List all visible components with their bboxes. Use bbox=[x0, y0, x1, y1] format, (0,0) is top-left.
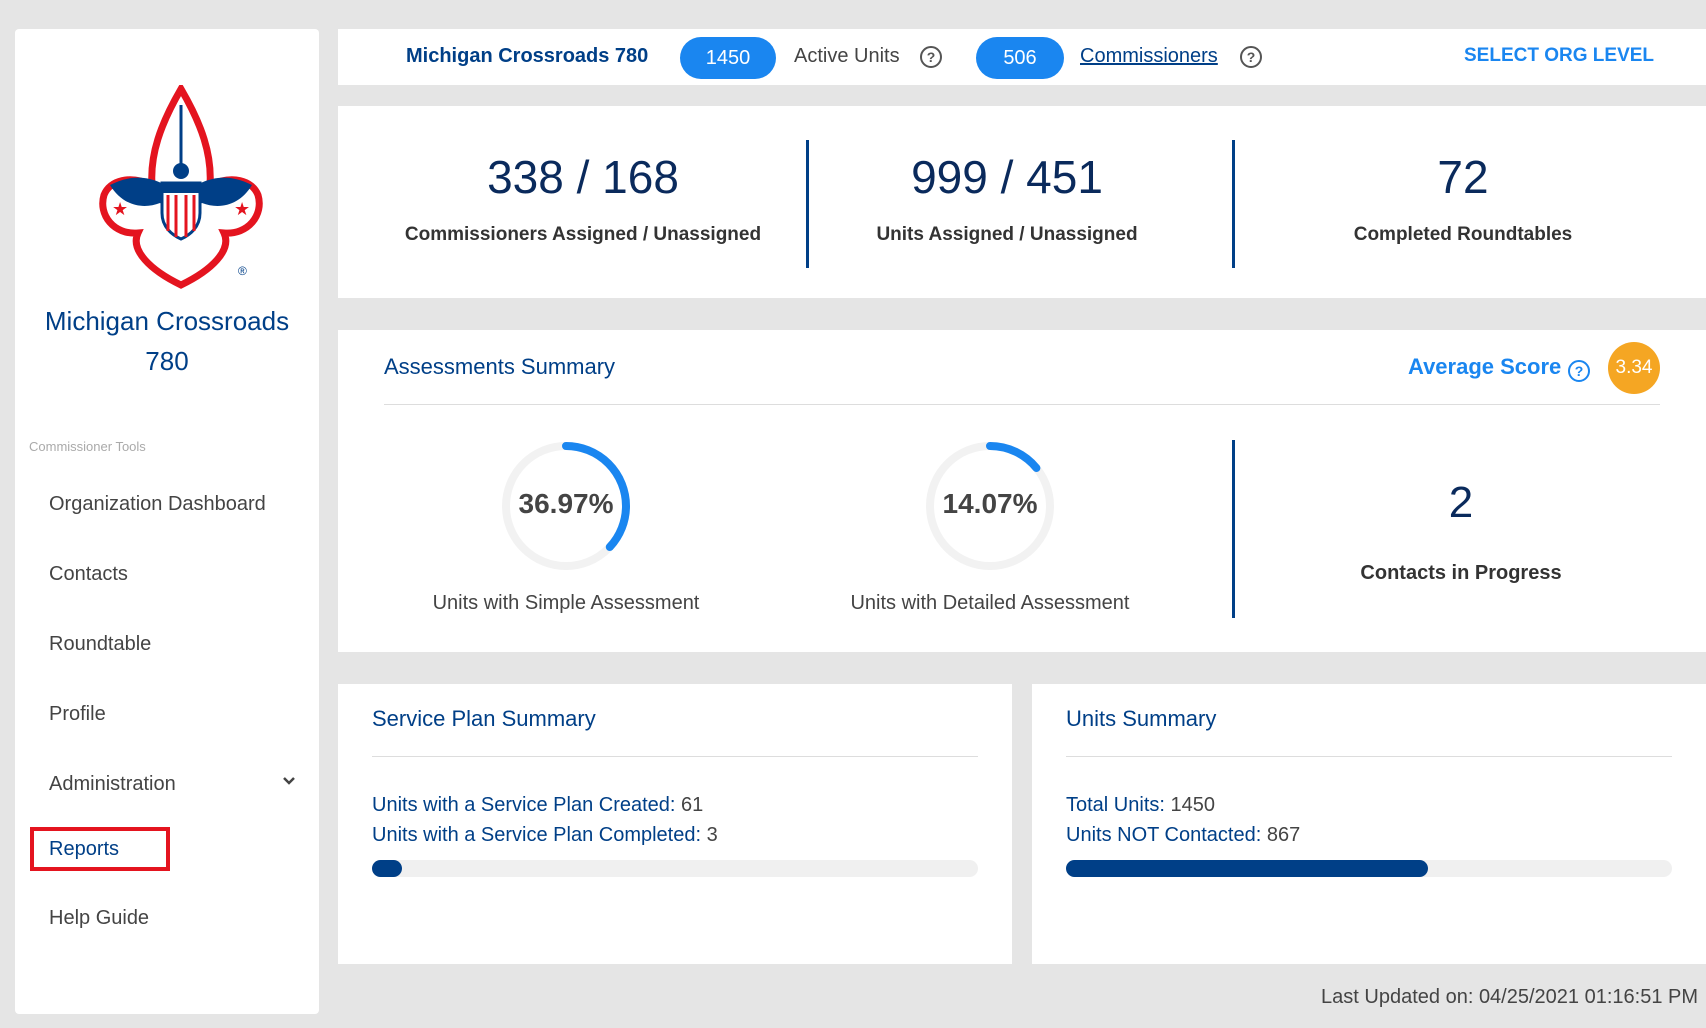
stat-label: Units Assigned / Unassigned bbox=[876, 224, 1138, 245]
commissioner-tools-label: Commissioner Tools bbox=[29, 439, 146, 454]
sidebar-item-help-guide[interactable]: Help Guide bbox=[49, 907, 149, 930]
last-updated-timestamp: Last Updated on: 04/25/2021 01:16:51 PM bbox=[1321, 986, 1698, 1008]
svg-text:★: ★ bbox=[234, 199, 250, 219]
simple-assessment-value: 36.97% bbox=[518, 488, 614, 519]
org-name-line2: 780 bbox=[145, 346, 189, 376]
commissioners-link[interactable]: Commissioners bbox=[1080, 45, 1218, 68]
divider bbox=[372, 756, 978, 757]
help-icon[interactable]: ? bbox=[1240, 46, 1262, 68]
service-plan-created-value: 61 bbox=[681, 794, 704, 816]
service-plan-completed: Units with a Service Plan Completed: 3 bbox=[372, 824, 718, 847]
commissioners-count-badge: 506 bbox=[976, 37, 1064, 79]
stat-value: 338 / 168 bbox=[487, 151, 679, 203]
top-org-name: Michigan Crossroads 780 bbox=[406, 45, 649, 67]
contacts-in-progress-label: Contacts in Progress bbox=[1360, 562, 1562, 584]
service-plan-progress-bar bbox=[372, 860, 978, 877]
bsa-logo: ★ ★ ® bbox=[99, 85, 263, 289]
svg-text:®: ® bbox=[238, 264, 247, 278]
help-icon[interactable]: ? bbox=[920, 46, 942, 68]
units-progress-bar bbox=[1066, 860, 1672, 877]
assessments-title: Assessments Summary bbox=[384, 354, 616, 379]
divider bbox=[1232, 440, 1235, 618]
service-plan-completed-value: 3 bbox=[706, 824, 718, 846]
service-plan-title: Service Plan Summary bbox=[372, 706, 596, 731]
stat-label: Completed Roundtables bbox=[1353, 224, 1573, 245]
svg-text:★: ★ bbox=[112, 199, 128, 219]
stat-commissioners: 338 / 168 Commissioners Assigned / Unass… bbox=[398, 106, 768, 298]
active-units-count-badge: 1450 bbox=[680, 37, 776, 79]
service-plan-summary-card: Service Plan Summary Units with a Servic… bbox=[338, 684, 1012, 964]
divider bbox=[1232, 140, 1235, 268]
select-org-level-button[interactable]: SELECT ORG LEVEL bbox=[1464, 45, 1654, 67]
service-plan-created-label: Units with a Service Plan Created: bbox=[372, 794, 676, 816]
stat-label: Commissioners Assigned / Unassigned bbox=[404, 224, 762, 245]
sidebar-item-profile[interactable]: Profile bbox=[49, 703, 106, 726]
org-summary-bar: Michigan Crossroads 780 1450 Active Unit… bbox=[338, 29, 1706, 85]
stat-roundtables: 72 Completed Roundtables bbox=[1248, 106, 1678, 298]
sidebar-item-reports[interactable]: Reports bbox=[34, 831, 166, 861]
average-score-label: Average Score bbox=[1408, 354, 1562, 379]
service-plan-progress-fill bbox=[372, 860, 402, 877]
units-not-contacted-value: 867 bbox=[1266, 824, 1301, 846]
detailed-assessment-label: Units with Detailed Assessment bbox=[850, 592, 1130, 614]
assessments-summary-card: Assessments Summary Average Score ? 3.34… bbox=[338, 330, 1706, 652]
stat-value: 999 / 451 bbox=[911, 151, 1103, 203]
total-units-label: Total Units: bbox=[1066, 794, 1165, 816]
average-score-badge: 3.34 bbox=[1608, 342, 1660, 394]
total-units: Total Units: 1450 bbox=[1066, 794, 1215, 817]
detailed-assessment-value: 14.07% bbox=[942, 488, 1038, 519]
sidebar-item-contacts[interactable]: Contacts bbox=[49, 563, 128, 586]
chevron-down-icon[interactable] bbox=[279, 771, 299, 791]
help-icon[interactable]: ? bbox=[1568, 360, 1590, 382]
sidebar-item-administration[interactable]: Administration bbox=[49, 773, 176, 796]
contacts-in-progress-value: 2 bbox=[1448, 478, 1474, 527]
sidebar: ★ ★ ® Michigan Crossroads 780 Commission… bbox=[15, 29, 319, 1014]
simple-assessment-label: Units with Simple Assessment bbox=[432, 592, 700, 614]
org-name-line1: Michigan Crossroads bbox=[44, 306, 290, 336]
divider bbox=[1066, 756, 1672, 757]
stats-card: 338 / 168 Commissioners Assigned / Unass… bbox=[338, 106, 1706, 298]
units-summary-card: Units Summary Total Units: 1450 Units NO… bbox=[1032, 684, 1706, 964]
units-not-contacted: Units NOT Contacted: 867 bbox=[1066, 824, 1300, 847]
service-plan-created: Units with a Service Plan Created: 61 bbox=[372, 794, 703, 817]
service-plan-completed-label: Units with a Service Plan Completed: bbox=[372, 824, 702, 846]
divider bbox=[806, 140, 809, 268]
stat-units: 999 / 451 Units Assigned / Unassigned bbox=[822, 106, 1192, 298]
units-progress-fill bbox=[1066, 860, 1429, 877]
sidebar-item-roundtable[interactable]: Roundtable bbox=[49, 633, 151, 656]
active-units-label: Active Units bbox=[794, 45, 900, 67]
sidebar-item-reports-highlight[interactable]: Reports bbox=[30, 827, 170, 871]
units-summary-title: Units Summary bbox=[1066, 706, 1217, 731]
divider bbox=[384, 404, 1660, 405]
sidebar-item-organization-dashboard[interactable]: Organization Dashboard bbox=[49, 493, 266, 516]
org-name: Michigan Crossroads 780 bbox=[15, 301, 319, 381]
units-not-contacted-label: Units NOT Contacted: bbox=[1066, 824, 1262, 846]
stat-value: 72 bbox=[1437, 151, 1489, 203]
total-units-value: 1450 bbox=[1170, 794, 1216, 816]
